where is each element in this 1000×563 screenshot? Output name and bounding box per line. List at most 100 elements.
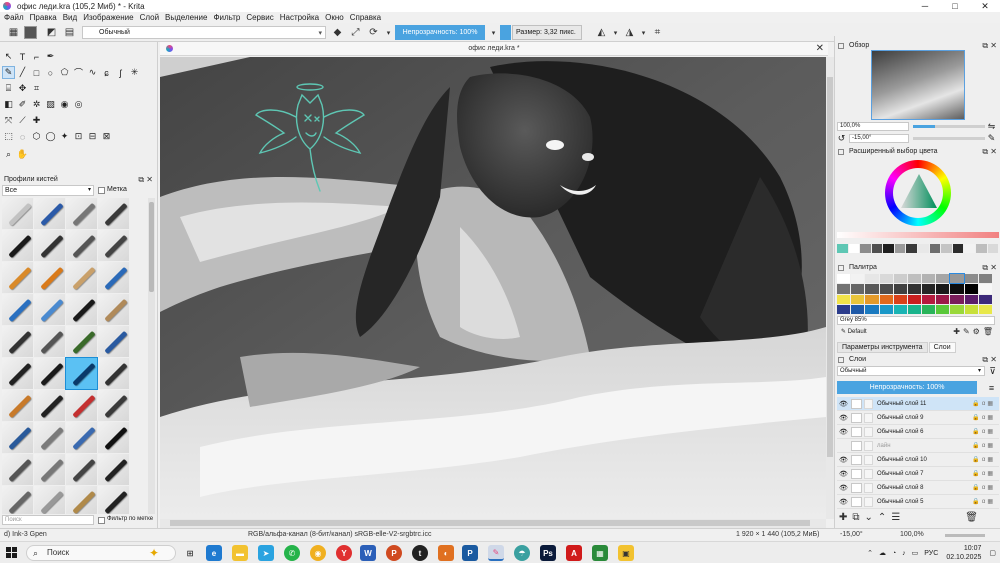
opacity-slider[interactable]: Непрозрачность: 100% — [395, 25, 485, 40]
close-document-icon[interactable]: ✕ — [816, 43, 824, 54]
whatsapp-icon[interactable]: ✆ — [284, 545, 300, 561]
wrap-around-icon[interactable]: ⌗ — [650, 25, 665, 40]
rotation-input[interactable]: -15,00° — [849, 134, 909, 143]
rotate-left-icon[interactable]: ↺ — [835, 132, 848, 145]
layer-lock-alpha-icons[interactable]: 🔒α▦ — [972, 470, 995, 477]
filter-icon[interactable]: ⊽ — [986, 365, 999, 378]
palette-swatch[interactable] — [851, 284, 865, 294]
status-color-space[interactable]: RGB/альфа-канал (8-бит/канал) sRGB-elle-… — [248, 531, 432, 538]
tab-layers[interactable]: Слои — [928, 342, 956, 353]
brush-preset[interactable] — [98, 326, 129, 357]
brush-preset[interactable] — [98, 230, 129, 261]
color-select-icon[interactable]: ⊡ — [72, 130, 85, 143]
ellipse-tool-icon[interactable]: ○ — [44, 66, 57, 79]
brush-preset[interactable] — [66, 422, 97, 453]
fill-tool-icon[interactable]: ◉ — [58, 98, 71, 111]
brush-preset[interactable] — [2, 422, 33, 453]
freehand-select-icon[interactable]: ◯ — [44, 130, 57, 143]
palette-swatch[interactable] — [837, 284, 851, 294]
layer-row[interactable]: 👁 Обычный слой 11 🔒α▦ — [837, 397, 999, 411]
windows-start-icon[interactable] — [6, 547, 17, 558]
notifications-icon[interactable]: ▢ — [989, 549, 996, 557]
palette-swatch[interactable] — [893, 274, 907, 284]
visibility-eye-icon[interactable]: 👁 — [839, 470, 848, 478]
visibility-eye-icon[interactable]: 👁 — [839, 400, 848, 408]
color-history-swatch[interactable] — [952, 244, 965, 253]
brush-preset[interactable] — [66, 230, 97, 261]
panel-grip-icon[interactable] — [838, 265, 844, 271]
visibility-eye-icon[interactable]: 👁 — [839, 414, 848, 422]
brush-preset[interactable] — [34, 198, 65, 229]
fill-pattern-icon[interactable]: ▤ — [62, 25, 77, 40]
status-rotation[interactable]: -15,00° — [840, 531, 863, 538]
palette-swatch[interactable] — [893, 284, 907, 294]
dynamic-brush-icon[interactable]: ʃ — [114, 66, 127, 79]
telegram-icon[interactable]: ➤ — [258, 545, 274, 561]
reload-preset-icon[interactable]: ⟳ — [366, 25, 381, 40]
powerpoint-icon[interactable]: P — [386, 545, 402, 561]
layer-lock-alpha-icons[interactable]: 🔒α▦ — [972, 428, 995, 435]
brush-preset[interactable] — [34, 454, 65, 485]
panel-grip-icon[interactable] — [838, 149, 844, 155]
palette-swatch[interactable] — [907, 304, 922, 314]
brush-grid-scrollbar[interactable] — [148, 198, 155, 514]
color-history-swatch[interactable] — [871, 244, 884, 253]
menu-settings[interactable]: Настройка — [280, 13, 319, 22]
palette-swatch[interactable] — [950, 304, 964, 314]
color-value-bar[interactable] — [837, 232, 999, 238]
panel-grip-icon[interactable] — [838, 43, 844, 49]
layer-row[interactable]: 👁 Обычный слой 9 🔒α▦ — [837, 411, 999, 425]
polygon-select-icon[interactable]: ⬡ — [30, 130, 43, 143]
brush-preset[interactable] — [98, 294, 129, 325]
minimize-button[interactable]: ─ — [910, 0, 940, 12]
color-history-swatch[interactable] — [906, 244, 919, 253]
add-layer-icon[interactable]: ✚ — [839, 512, 852, 523]
palette-swatch[interactable] — [936, 294, 950, 304]
brush-search-input[interactable]: Поиск — [2, 515, 94, 525]
menu-layer[interactable]: Слой — [140, 13, 159, 22]
palette-swatch[interactable] — [978, 304, 992, 314]
tumblr-icon[interactable]: t — [412, 545, 428, 561]
canvas-vertical-scrollbar[interactable] — [826, 57, 834, 519]
calculator-icon[interactable]: ▦ — [592, 545, 608, 561]
palette-swatch[interactable] — [893, 294, 907, 304]
ellipse-select-icon[interactable]: ◌ — [16, 130, 29, 143]
palette-swatch[interactable] — [922, 284, 936, 294]
brush-preset[interactable] — [34, 390, 65, 421]
document-tab[interactable]: офис леди.kra * ✕ — [160, 42, 828, 56]
colorize-mask-icon[interactable]: ✲ — [30, 98, 43, 111]
gradient-tool-icon[interactable]: ◧ — [2, 98, 15, 111]
panel-grip-icon[interactable] — [838, 357, 844, 363]
brush-preset-selected[interactable] — [65, 357, 98, 390]
color-history-swatch[interactable] — [987, 244, 1000, 253]
brush-preset[interactable] — [2, 390, 33, 421]
bezier-tool-icon[interactable]: ∿ — [86, 66, 99, 79]
panel-float-close-buttons[interactable]: ⧉ ✕ — [982, 147, 997, 157]
brush-preset[interactable] — [2, 486, 33, 514]
menu-select[interactable]: Выделение — [165, 13, 207, 22]
menu-tools[interactable]: Сервис — [246, 13, 273, 22]
close-window-button[interactable]: ✕ — [970, 0, 1000, 12]
edge-browser-icon[interactable]: e — [206, 545, 222, 561]
palette-swatch[interactable] — [964, 274, 978, 284]
edit-shapes-icon[interactable]: ⌐ — [30, 50, 43, 63]
layer-row[interactable]: 👁 Обычный слой 5 🔒α▦ — [837, 495, 999, 509]
color-history-swatch[interactable] — [975, 244, 988, 253]
palette-swatch[interactable] — [949, 272, 965, 285]
color-picker-icon[interactable]: ✐ — [16, 98, 29, 111]
brush-preset[interactable] — [2, 294, 33, 325]
brush-preset[interactable] — [66, 486, 97, 514]
layer-row[interactable]: 👁 Обычный слой 8 🔒α▦ — [837, 481, 999, 495]
brush-preset[interactable] — [34, 294, 65, 325]
sticky-notes-icon[interactable]: ▣ — [618, 545, 634, 561]
wifi-icon[interactable]: ◔ — [892, 550, 896, 557]
palette-swatch[interactable] — [978, 284, 992, 294]
chevron-down-icon[interactable]: ▾ — [381, 25, 396, 40]
palette-swatch[interactable] — [893, 304, 907, 314]
palette-swatch[interactable] — [879, 274, 893, 284]
move-down-icon[interactable]: ⌄ — [865, 512, 878, 523]
enclose-fill-icon[interactable]: ◎ — [72, 98, 85, 111]
brush-preset[interactable] — [2, 454, 33, 485]
new-document-icon[interactable]: ▦ — [6, 25, 21, 40]
color-triangle[interactable] — [899, 172, 939, 212]
